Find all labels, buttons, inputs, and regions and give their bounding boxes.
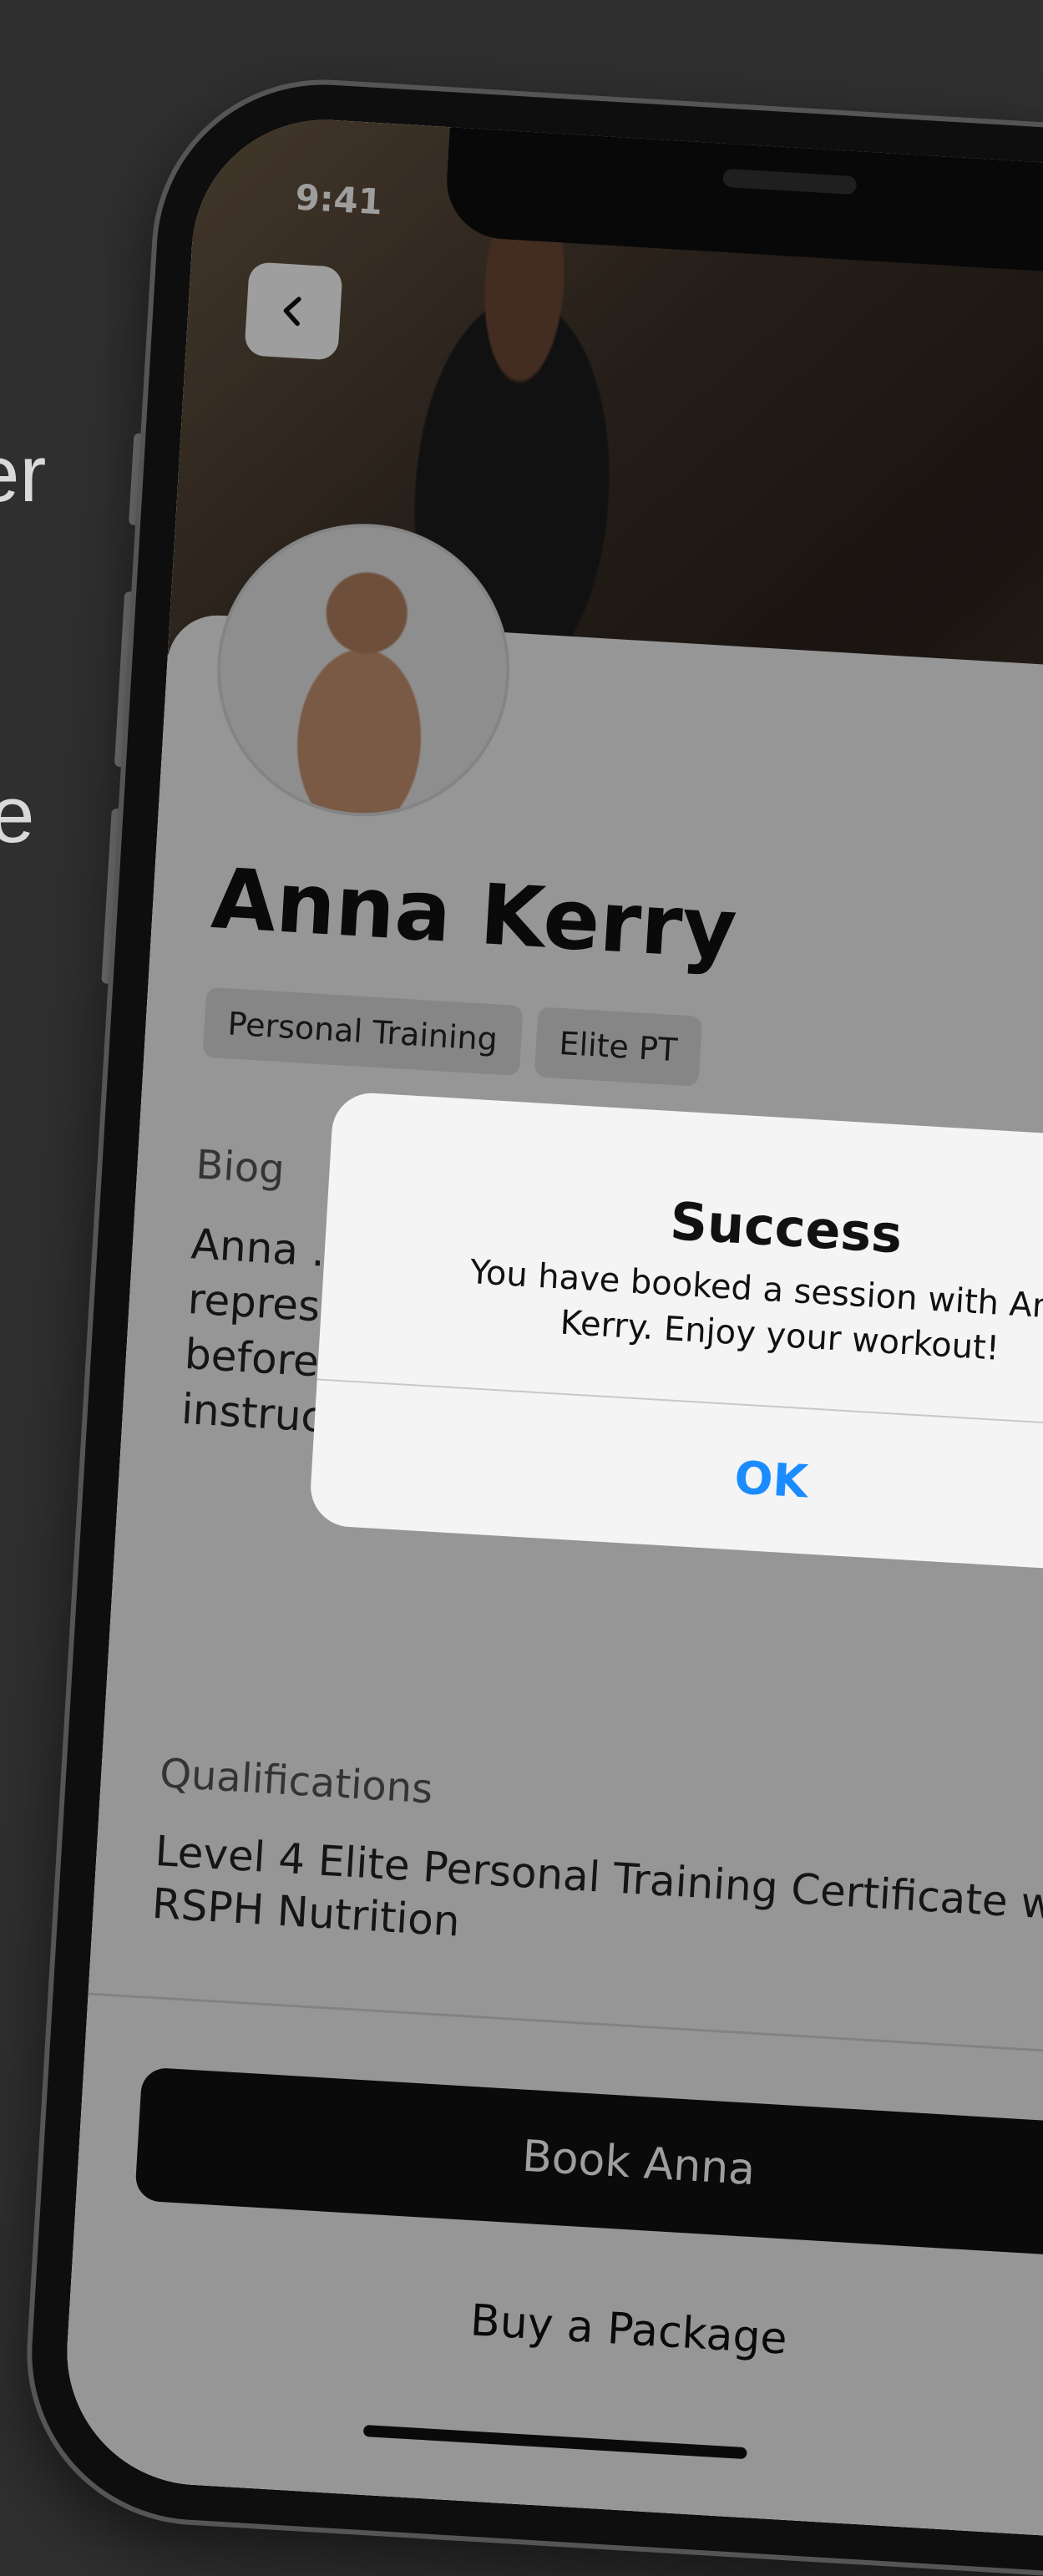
alert-message: You have booked a session with Anna Kerr… [468,1253,1043,1368]
phone-screen: 9:41 Anna Kerry Personal Training Elite … [59,112,1043,2546]
marketing-text-line-1: er [0,429,47,519]
marketing-text-line-2: e [0,770,35,860]
phone-device: 9:41 Anna Kerry Personal Training Elite … [22,75,1043,2576]
success-alert: Success You have booked a session with A… [308,1091,1043,1580]
